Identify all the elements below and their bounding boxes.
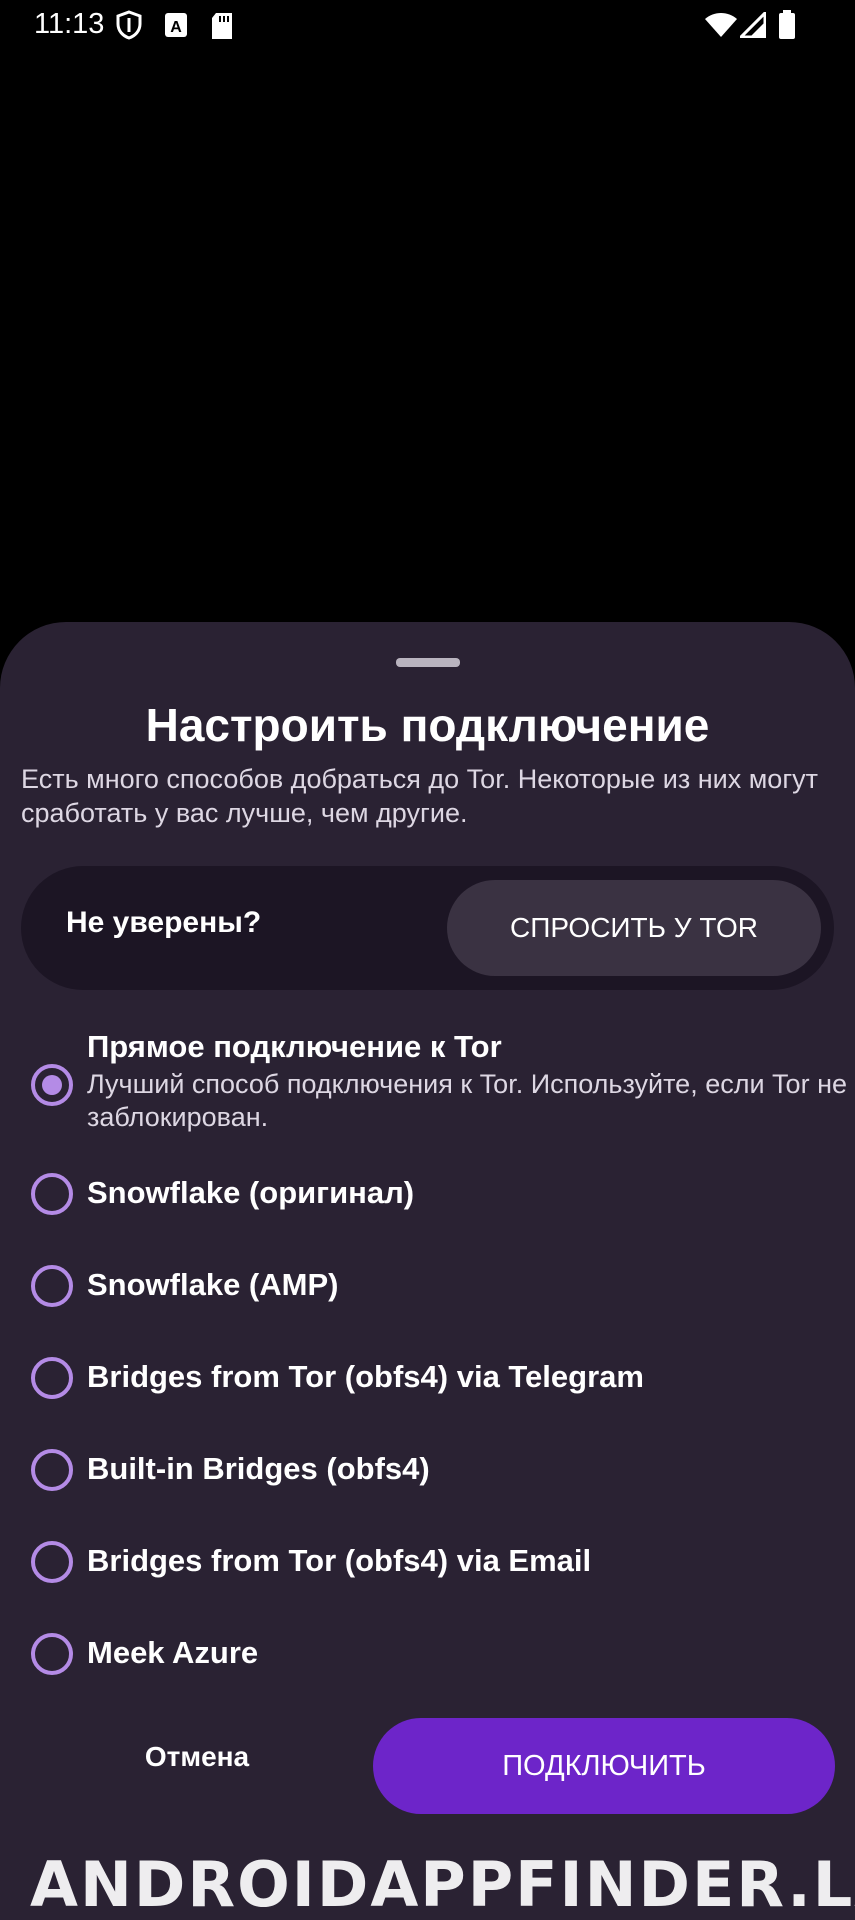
option-title: Snowflake (оригинал) xyxy=(87,1175,415,1210)
radio-button[interactable] xyxy=(31,1633,73,1675)
option-title: Bridges from Tor (obfs4) via Email xyxy=(87,1543,592,1578)
option-subtitle: Лучший способ подключения к Tor. Использ… xyxy=(87,1069,847,1132)
sheet-title: Настроить подключение xyxy=(145,699,710,751)
option-title: Прямое подключение к Tor xyxy=(87,1029,502,1064)
connection-bottom-sheet: Настроить подключение Есть много способо… xyxy=(0,622,855,1920)
radio-button[interactable] xyxy=(31,1173,73,1215)
option-title: Bridges from Tor (obfs4) via Telegram xyxy=(87,1359,644,1394)
status-time: 11:13 xyxy=(34,8,105,40)
svg-text:A: A xyxy=(170,19,182,36)
radio-button[interactable] xyxy=(31,1357,73,1399)
unsure-label: Не уверены? xyxy=(66,906,262,939)
screen: 11:13 A Настроить подключение Есть много… xyxy=(0,0,855,1920)
watermark: ANDROIDAPPFINDER.LAT xyxy=(30,1848,855,1920)
option-title: Snowflake (AMP) xyxy=(87,1267,339,1302)
sd-card-icon xyxy=(210,12,234,45)
unsure-card: Не уверены? СПРОСИТЬ У TOR xyxy=(21,866,834,990)
cancel-button[interactable]: Отмена xyxy=(100,1724,294,1790)
radio-button[interactable] xyxy=(31,1541,73,1583)
a-notification-icon: A xyxy=(164,12,188,43)
sheet-description: Есть много способов добраться до Tor. Не… xyxy=(21,764,819,828)
shield-icon xyxy=(116,10,142,45)
radio-button[interactable] xyxy=(31,1064,73,1106)
radio-button[interactable] xyxy=(31,1449,73,1491)
connect-button[interactable]: ПОДКЛЮЧИТЬ xyxy=(373,1718,835,1814)
signal-icon xyxy=(737,9,767,43)
ask-tor-button[interactable]: СПРОСИТЬ У TOR xyxy=(447,880,821,976)
wifi-icon xyxy=(704,12,738,43)
radio-button[interactable] xyxy=(31,1265,73,1307)
status-bar: 11:13 A xyxy=(0,0,855,52)
option-title: Built-in Bridges (obfs4) xyxy=(87,1451,430,1486)
battery-icon xyxy=(778,10,796,45)
option-title: Meek Azure xyxy=(87,1635,259,1670)
drag-handle[interactable] xyxy=(396,658,460,667)
